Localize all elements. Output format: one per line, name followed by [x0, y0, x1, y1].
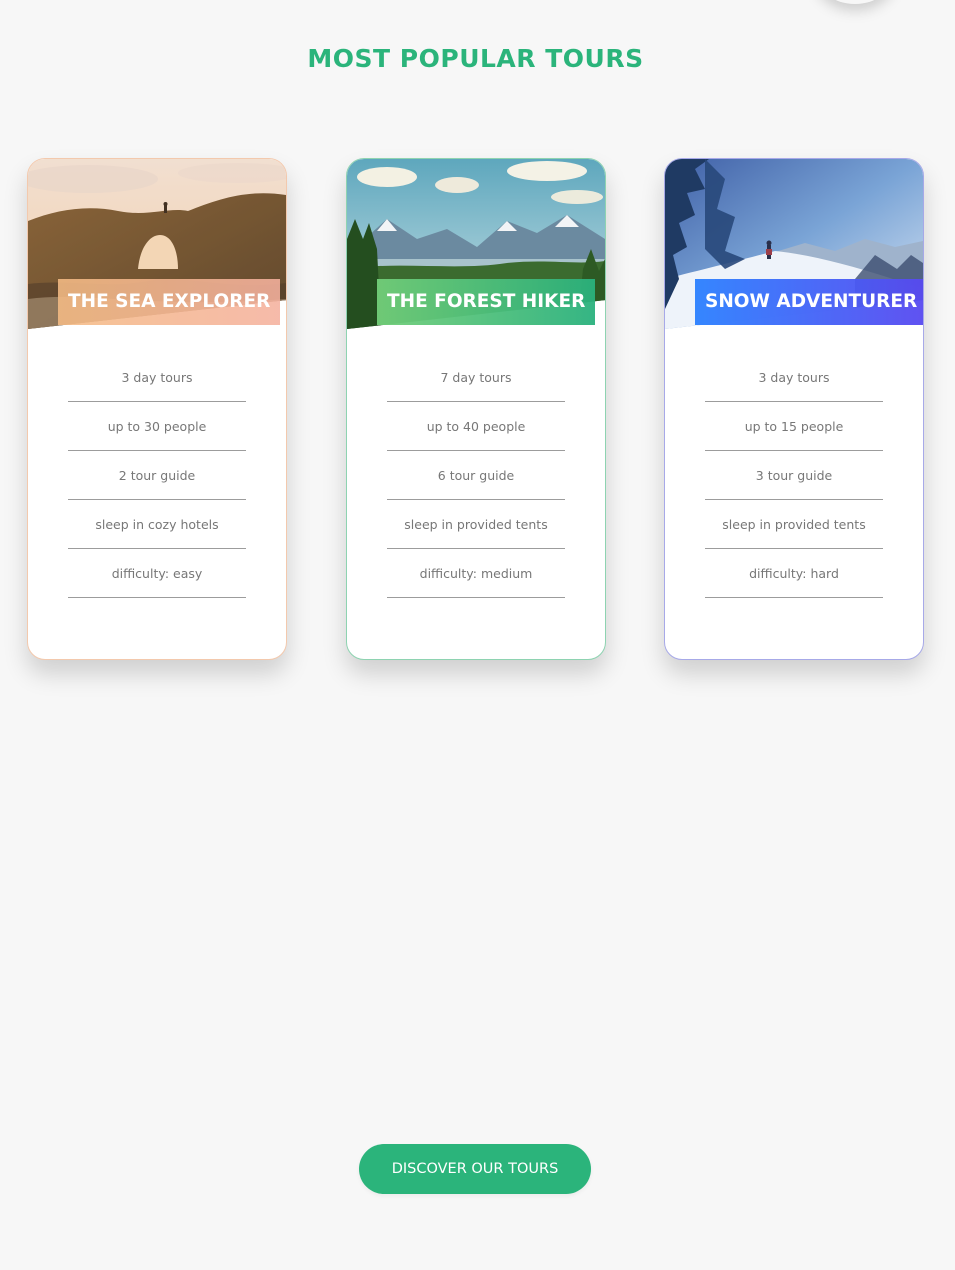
- tour-detail-item: 3 tour guide: [705, 451, 883, 500]
- tour-details-list: 7 day tours up to 40 people 6 tour guide…: [387, 353, 565, 598]
- tour-card-forest-hiker[interactable]: THE FOREST HIKER 7 day tours up to 40 pe…: [346, 158, 606, 660]
- tour-detail-item: difficulty: hard: [705, 549, 883, 598]
- tour-details-list: 3 day tours up to 30 people 2 tour guide…: [68, 353, 246, 598]
- tour-title: THE SEA EXPLORER: [58, 279, 281, 325]
- tour-detail-item: 3 day tours: [68, 353, 246, 402]
- tour-title: SNOW ADVENTURER: [695, 279, 923, 325]
- tour-title: THE FOREST HIKER: [377, 279, 596, 325]
- tour-detail-item: up to 40 people: [387, 402, 565, 451]
- tour-detail-item: 6 tour guide: [387, 451, 565, 500]
- tour-detail-item: 3 day tours: [705, 353, 883, 402]
- tour-detail-item: difficulty: medium: [387, 549, 565, 598]
- tour-detail-item: sleep in provided tents: [387, 500, 565, 549]
- tour-detail-item: sleep in cozy hotels: [68, 500, 246, 549]
- tour-details-list: 3 day tours up to 15 people 3 tour guide…: [705, 353, 883, 598]
- discover-tours-button[interactable]: DISCOVER OUR TOURS: [359, 1144, 591, 1194]
- top-right-partial-circle: [815, 0, 895, 4]
- tour-detail-item: 7 day tours: [387, 353, 565, 402]
- tour-card-sea-explorer[interactable]: THE SEA EXPLORER 3 day tours up to 30 pe…: [27, 158, 287, 660]
- section-title: MOST POPULAR TOURS: [307, 44, 644, 73]
- tour-detail-item: up to 30 people: [68, 402, 246, 451]
- tour-card-snow-adventurer[interactable]: SNOW ADVENTURER 3 day tours up to 15 peo…: [664, 158, 924, 660]
- tour-detail-item: up to 15 people: [705, 402, 883, 451]
- tour-detail-item: sleep in provided tents: [705, 500, 883, 549]
- tour-detail-item: 2 tour guide: [68, 451, 246, 500]
- tour-detail-item: difficulty: easy: [68, 549, 246, 598]
